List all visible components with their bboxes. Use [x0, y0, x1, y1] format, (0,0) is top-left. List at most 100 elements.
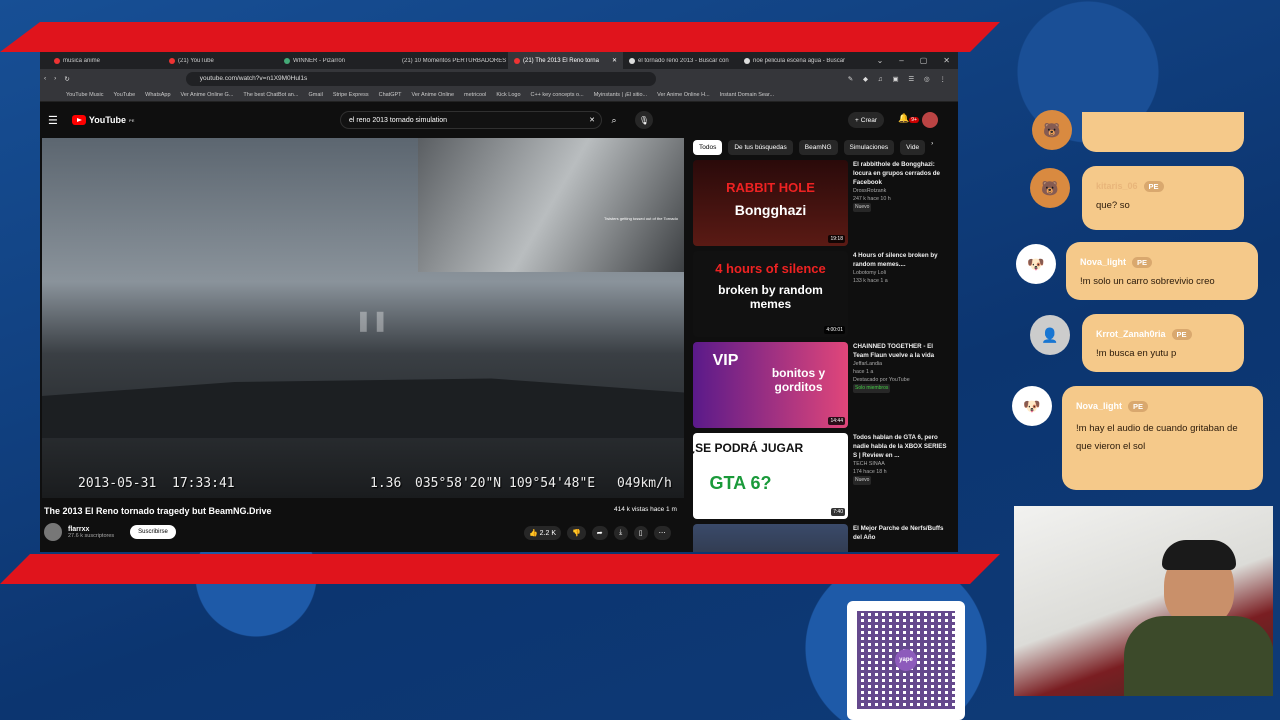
subscriber-count: 27.6 k suscriptores: [68, 532, 115, 539]
chip-beamng[interactable]: BeamNG: [798, 140, 838, 155]
rec-title[interactable]: CHAINNED TOGETHER - El Team Flaun vuelve…: [853, 342, 948, 360]
download-icon: ⤓: [619, 529, 623, 536]
bookmark[interactable]: YouTube: [114, 92, 136, 98]
dislike-button[interactable]: 👎: [567, 526, 586, 540]
recommendation[interactable]: RABBIT HOLE Bongghazi 19:18 El rabbithol…: [693, 160, 948, 246]
back-icon[interactable]: ‹: [44, 75, 46, 82]
yape-qr-code: yape: [847, 601, 965, 720]
avatar[interactable]: [922, 112, 938, 128]
forward-icon[interactable]: ›: [54, 75, 56, 82]
yape-logo: yape: [895, 649, 917, 671]
rec-title[interactable]: 4 Hours of silence broken by random meme…: [853, 251, 948, 269]
rec-title[interactable]: El Mejor Parche de Nerfs/Buffs del Año: [853, 524, 948, 542]
rec-channel[interactable]: JeffarLandia: [853, 360, 948, 368]
reload-icon[interactable]: ↻: [64, 75, 69, 83]
bookmark[interactable]: Instant Domain Sear...: [720, 92, 774, 98]
chip-de-tus-busquedas[interactable]: De tus búsquedas: [728, 140, 793, 155]
create-button[interactable]: + Crear: [848, 112, 885, 128]
bookmark[interactable]: YouTube Music: [66, 92, 104, 98]
tab-search-icon[interactable]: ⌄: [877, 56, 884, 65]
tab[interactable]: (21) 10 Momentos PERTURBADORES: [393, 58, 508, 64]
bookmark[interactable]: ChatGPT: [379, 92, 402, 98]
voice-search-button[interactable]: 🎙: [635, 111, 653, 129]
webcam-feed: [1014, 506, 1273, 696]
rec-channel[interactable]: DrossRotzank: [853, 187, 948, 195]
more-button[interactable]: ⋯: [653, 526, 671, 540]
tab[interactable]: WINNER - Pizarrón: [278, 57, 393, 64]
bookmark[interactable]: C++ key concepts o...: [531, 92, 584, 98]
bookmark[interactable]: Stripe Express: [333, 92, 369, 98]
recommendation[interactable]: ¿SE PODRÁ JUGAR GTA 6? 7:40 Todos hablan…: [693, 433, 948, 519]
chat-username: Nova_light: [1080, 257, 1127, 267]
subscribe-button[interactable]: Suscribirse: [130, 525, 176, 539]
bookmark[interactable]: Ver Anime Online: [412, 92, 455, 98]
chat-avatar: 🐶: [1016, 244, 1056, 284]
channel-name[interactable]: flarrxx: [68, 526, 114, 533]
address-bar-row: ‹ › ↻ youtube.com/watch?v=n1X9M0Hul1s ✎ …: [40, 69, 958, 88]
recommendation[interactable]: 4 hours of silence broken by random meme…: [693, 251, 948, 337]
chat-message: Nova_light PE !m hay el audio de cuando g…: [1062, 386, 1263, 490]
bell-icon: 🔔: [898, 113, 910, 123]
bookmark[interactable]: Ver Anime Online H...: [657, 92, 710, 98]
clear-search-icon[interactable]: ✕: [589, 116, 601, 124]
tab-active[interactable]: (21) The 2013 El Reno torna ✕: [508, 52, 623, 69]
tab[interactable]: el tornado reno 2013 - Buscar con: [623, 57, 738, 64]
recommendation[interactable]: El Mejor Parche de Nerfs/Buffs del Año: [693, 524, 948, 552]
share-button[interactable]: ➦: [591, 526, 608, 540]
thumbnail[interactable]: VIP bonitos y gorditos 14:44: [693, 342, 848, 428]
overlay-latitude: 035°58'20"N: [415, 476, 502, 491]
bookmark[interactable]: Gmail: [308, 92, 322, 98]
inset-caption: Twisters getting tossed out of the Torna…: [604, 216, 678, 221]
rec-channel[interactable]: TECH SINAA: [853, 460, 948, 468]
rec-title[interactable]: Todos hablan de GTA 6, pero nadie habla …: [853, 433, 948, 460]
chip-simulaciones[interactable]: Simulaciones: [843, 140, 895, 155]
thumbnail[interactable]: RABBIT HOLE Bongghazi 19:18: [693, 160, 848, 246]
bookmark[interactable]: Myinstants | ¡El sitio...: [594, 92, 647, 98]
tab[interactable]: (21) YouTube: [163, 57, 278, 64]
chip-todos[interactable]: Todos: [693, 140, 723, 155]
recommendation-info: Todos hablan de GTA 6, pero nadie habla …: [853, 433, 948, 519]
bookmark[interactable]: Ver Anime Online G...: [181, 92, 234, 98]
channel-row: flarrxx 27.6 k suscriptores Suscribirse: [44, 523, 176, 541]
thumbnail[interactable]: [693, 524, 848, 552]
google-icon: [629, 57, 635, 64]
youtube-logo[interactable]: YouTube PE: [71, 115, 134, 125]
bookmark[interactable]: Kick Logo: [496, 92, 520, 98]
download-button[interactable]: ⤓: [613, 526, 628, 540]
recommendation-info: 4 Hours of silence broken by random meme…: [853, 251, 948, 337]
video-player[interactable]: Twisters getting tossed out of the Torna…: [42, 138, 684, 498]
search-input[interactable]: el reno 2013 tornado simulation ✕: [340, 111, 602, 129]
chip-videos[interactable]: Vide: [900, 140, 926, 155]
maximize-icon[interactable]: ▢: [920, 56, 928, 65]
close-window-icon[interactable]: ✕: [943, 56, 950, 65]
bookmark[interactable]: The best ChatBot an...: [243, 92, 298, 98]
channel-avatar[interactable]: [44, 523, 62, 541]
search-button[interactable]: ⌕: [603, 111, 625, 129]
like-count: 2.2 K: [539, 529, 557, 537]
thumbnail[interactable]: 4 hours of silence broken by random meme…: [693, 251, 848, 337]
tab[interactable]: noe pelicula escena agua - Buscar: [738, 57, 853, 64]
extension-icons[interactable]: ✎ ◆ ♫ ▣ ☰ ◎ ⋮: [848, 75, 958, 83]
rec-channel[interactable]: Lobotomy Loli: [853, 269, 948, 277]
rec-title[interactable]: El rabbithole de Bongghazi: locura en gr…: [853, 160, 948, 187]
filter-chips: Todos De tus búsquedas BeamNG Simulacion…: [693, 140, 933, 155]
overlay-date: 2013-05-31: [78, 476, 157, 491]
notifications-button[interactable]: 🔔 9+: [898, 113, 919, 124]
tab-label: el tornado reno 2013 - Buscar con: [638, 57, 729, 64]
recommendation[interactable]: VIP bonitos y gorditos 14:44 CHAINNED TO…: [693, 342, 948, 428]
chevron-right-icon[interactable]: ›: [931, 140, 933, 155]
like-button[interactable]: 👍 2.2 K: [524, 526, 562, 540]
close-tab-icon[interactable]: ✕: [612, 57, 617, 64]
thumbnail[interactable]: ¿SE PODRÁ JUGAR GTA 6? 7:40: [693, 433, 848, 519]
chat-username: Nova_light: [1076, 401, 1123, 411]
menu-icon[interactable]: ☰: [48, 114, 58, 127]
youtube-play-icon: [71, 115, 86, 125]
tab[interactable]: musica anime: [48, 57, 163, 64]
url-field[interactable]: youtube.com/watch?v=n1X9M0Hul1s: [185, 71, 656, 86]
bookmark[interactable]: WhatsApp: [145, 92, 170, 98]
bookmark[interactable]: metricool: [464, 92, 486, 98]
pause-icon[interactable]: ❚❚: [355, 308, 389, 333]
share-icon: ➦: [596, 530, 603, 537]
minimize-icon[interactable]: –: [899, 56, 903, 65]
save-button[interactable]: ▯: [633, 526, 648, 540]
